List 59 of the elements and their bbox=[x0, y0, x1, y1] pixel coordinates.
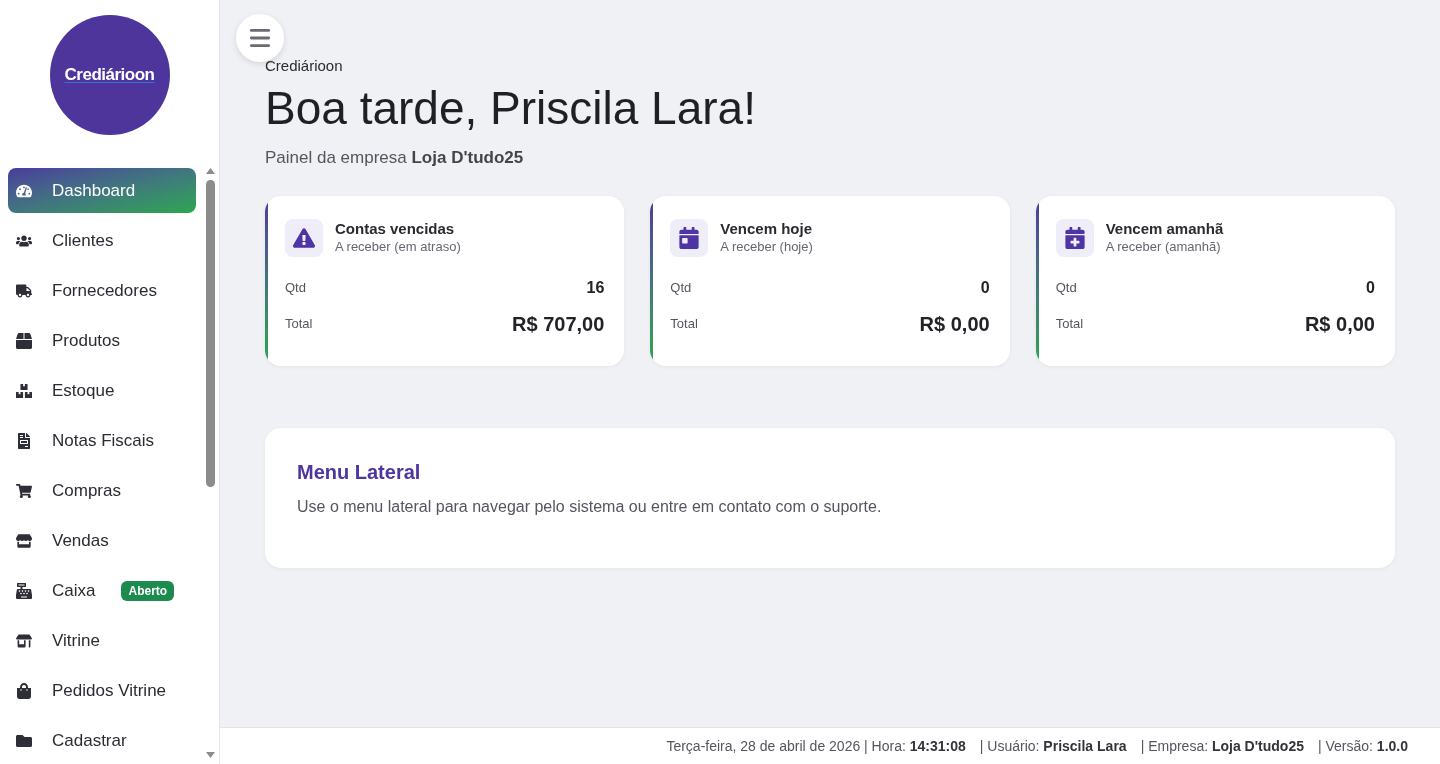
sidebar-item[interactable]: Compras bbox=[8, 468, 196, 513]
total-value: R$ 0,00 bbox=[919, 312, 990, 337]
status-badge: Aberto bbox=[121, 580, 175, 601]
folder-icon bbox=[16, 732, 32, 749]
sidebar-item[interactable]: Vendas bbox=[8, 518, 196, 563]
status-text: | Empresa: Loja D'tudo25 bbox=[1140, 736, 1304, 756]
boxes-icon bbox=[16, 382, 32, 399]
box-icon bbox=[16, 332, 32, 349]
total-value: R$ 0,00 bbox=[1304, 312, 1375, 337]
card-subtitle: A receber (amanhã) bbox=[1105, 239, 1222, 255]
gauge-icon bbox=[16, 182, 32, 199]
cart-icon bbox=[16, 482, 32, 499]
card-subtitle: A receber (hoje) bbox=[720, 239, 813, 255]
panel-title: Menu Lateral bbox=[297, 460, 421, 485]
store-icon bbox=[16, 632, 32, 649]
sidebar-item[interactable]: Vitrine bbox=[8, 618, 196, 663]
status-text: Terça-feira, 28 de abril de 2026 | Hora: 14:31:08 bbox=[666, 736, 966, 756]
status-text: | Versão: 1.0.0 bbox=[1317, 736, 1408, 756]
logo: Crediárioon bbox=[49, 15, 170, 135]
sidebar-item[interactable]: Produtos bbox=[8, 318, 196, 363]
card-title: Contas vencidas bbox=[335, 219, 456, 239]
sidebar-item[interactable]: Dashboard bbox=[8, 168, 196, 213]
total-label: Total bbox=[670, 315, 698, 334]
card-title: Vencem hoje bbox=[720, 219, 813, 239]
scroll-up-icon[interactable] bbox=[206, 168, 215, 174]
warning-icon bbox=[285, 219, 323, 257]
sidebar-item[interactable]: Pedidos Vitrine bbox=[8, 668, 196, 713]
sidebar-item[interactable]: Caixa Aberto bbox=[8, 568, 196, 613]
bag-icon bbox=[16, 682, 32, 699]
truck-icon bbox=[16, 282, 32, 299]
document-icon bbox=[16, 432, 32, 449]
panel-text: Use o menu lateral para navegar pelo sistema ou entre em contato com o suporte. bbox=[297, 497, 882, 517]
cash-register-icon bbox=[16, 582, 32, 599]
store-icon bbox=[16, 532, 32, 549]
greeting-heading: Boa tarde, Priscila Lara! bbox=[265, 81, 756, 136]
qtd-value: 0 bbox=[1366, 278, 1375, 298]
qtd-label: Qtd bbox=[285, 279, 306, 298]
calendar-icon bbox=[670, 219, 709, 257]
sidebar-item[interactable]: Fornecedores bbox=[8, 268, 196, 313]
qtd-label: Qtd bbox=[670, 279, 692, 298]
status-text: | Usuário: Priscila Lara bbox=[979, 736, 1127, 756]
qtd-value: 16 bbox=[586, 278, 605, 298]
sidebar-item[interactable]: Estoque bbox=[8, 368, 196, 413]
card-title: Vencem amanhã bbox=[1105, 219, 1224, 239]
total-label: Total bbox=[1055, 315, 1084, 334]
sidebar-item[interactable]: Notas Fiscais bbox=[8, 418, 196, 463]
scrollbar-thumb[interactable] bbox=[206, 180, 215, 487]
qtd-value: 0 bbox=[980, 278, 990, 298]
total-value: R$ 707,00 bbox=[512, 312, 605, 337]
calendar-plus-icon bbox=[1055, 219, 1094, 257]
scroll-down-icon[interactable] bbox=[206, 752, 215, 758]
card-subtitle: A receber (em atraso) bbox=[335, 239, 461, 255]
brand-name: Crediárioon bbox=[265, 56, 343, 76]
sidebar-item[interactable]: Cadastrar bbox=[8, 718, 196, 763]
qtd-label: Qtd bbox=[1055, 279, 1077, 298]
total-label: Total bbox=[285, 315, 313, 334]
sidebar-item[interactable]: Clientes bbox=[8, 218, 196, 263]
company-subtitle: Painel da empresa Loja D'tudo25 bbox=[265, 147, 524, 169]
menu-button[interactable] bbox=[236, 14, 284, 62]
